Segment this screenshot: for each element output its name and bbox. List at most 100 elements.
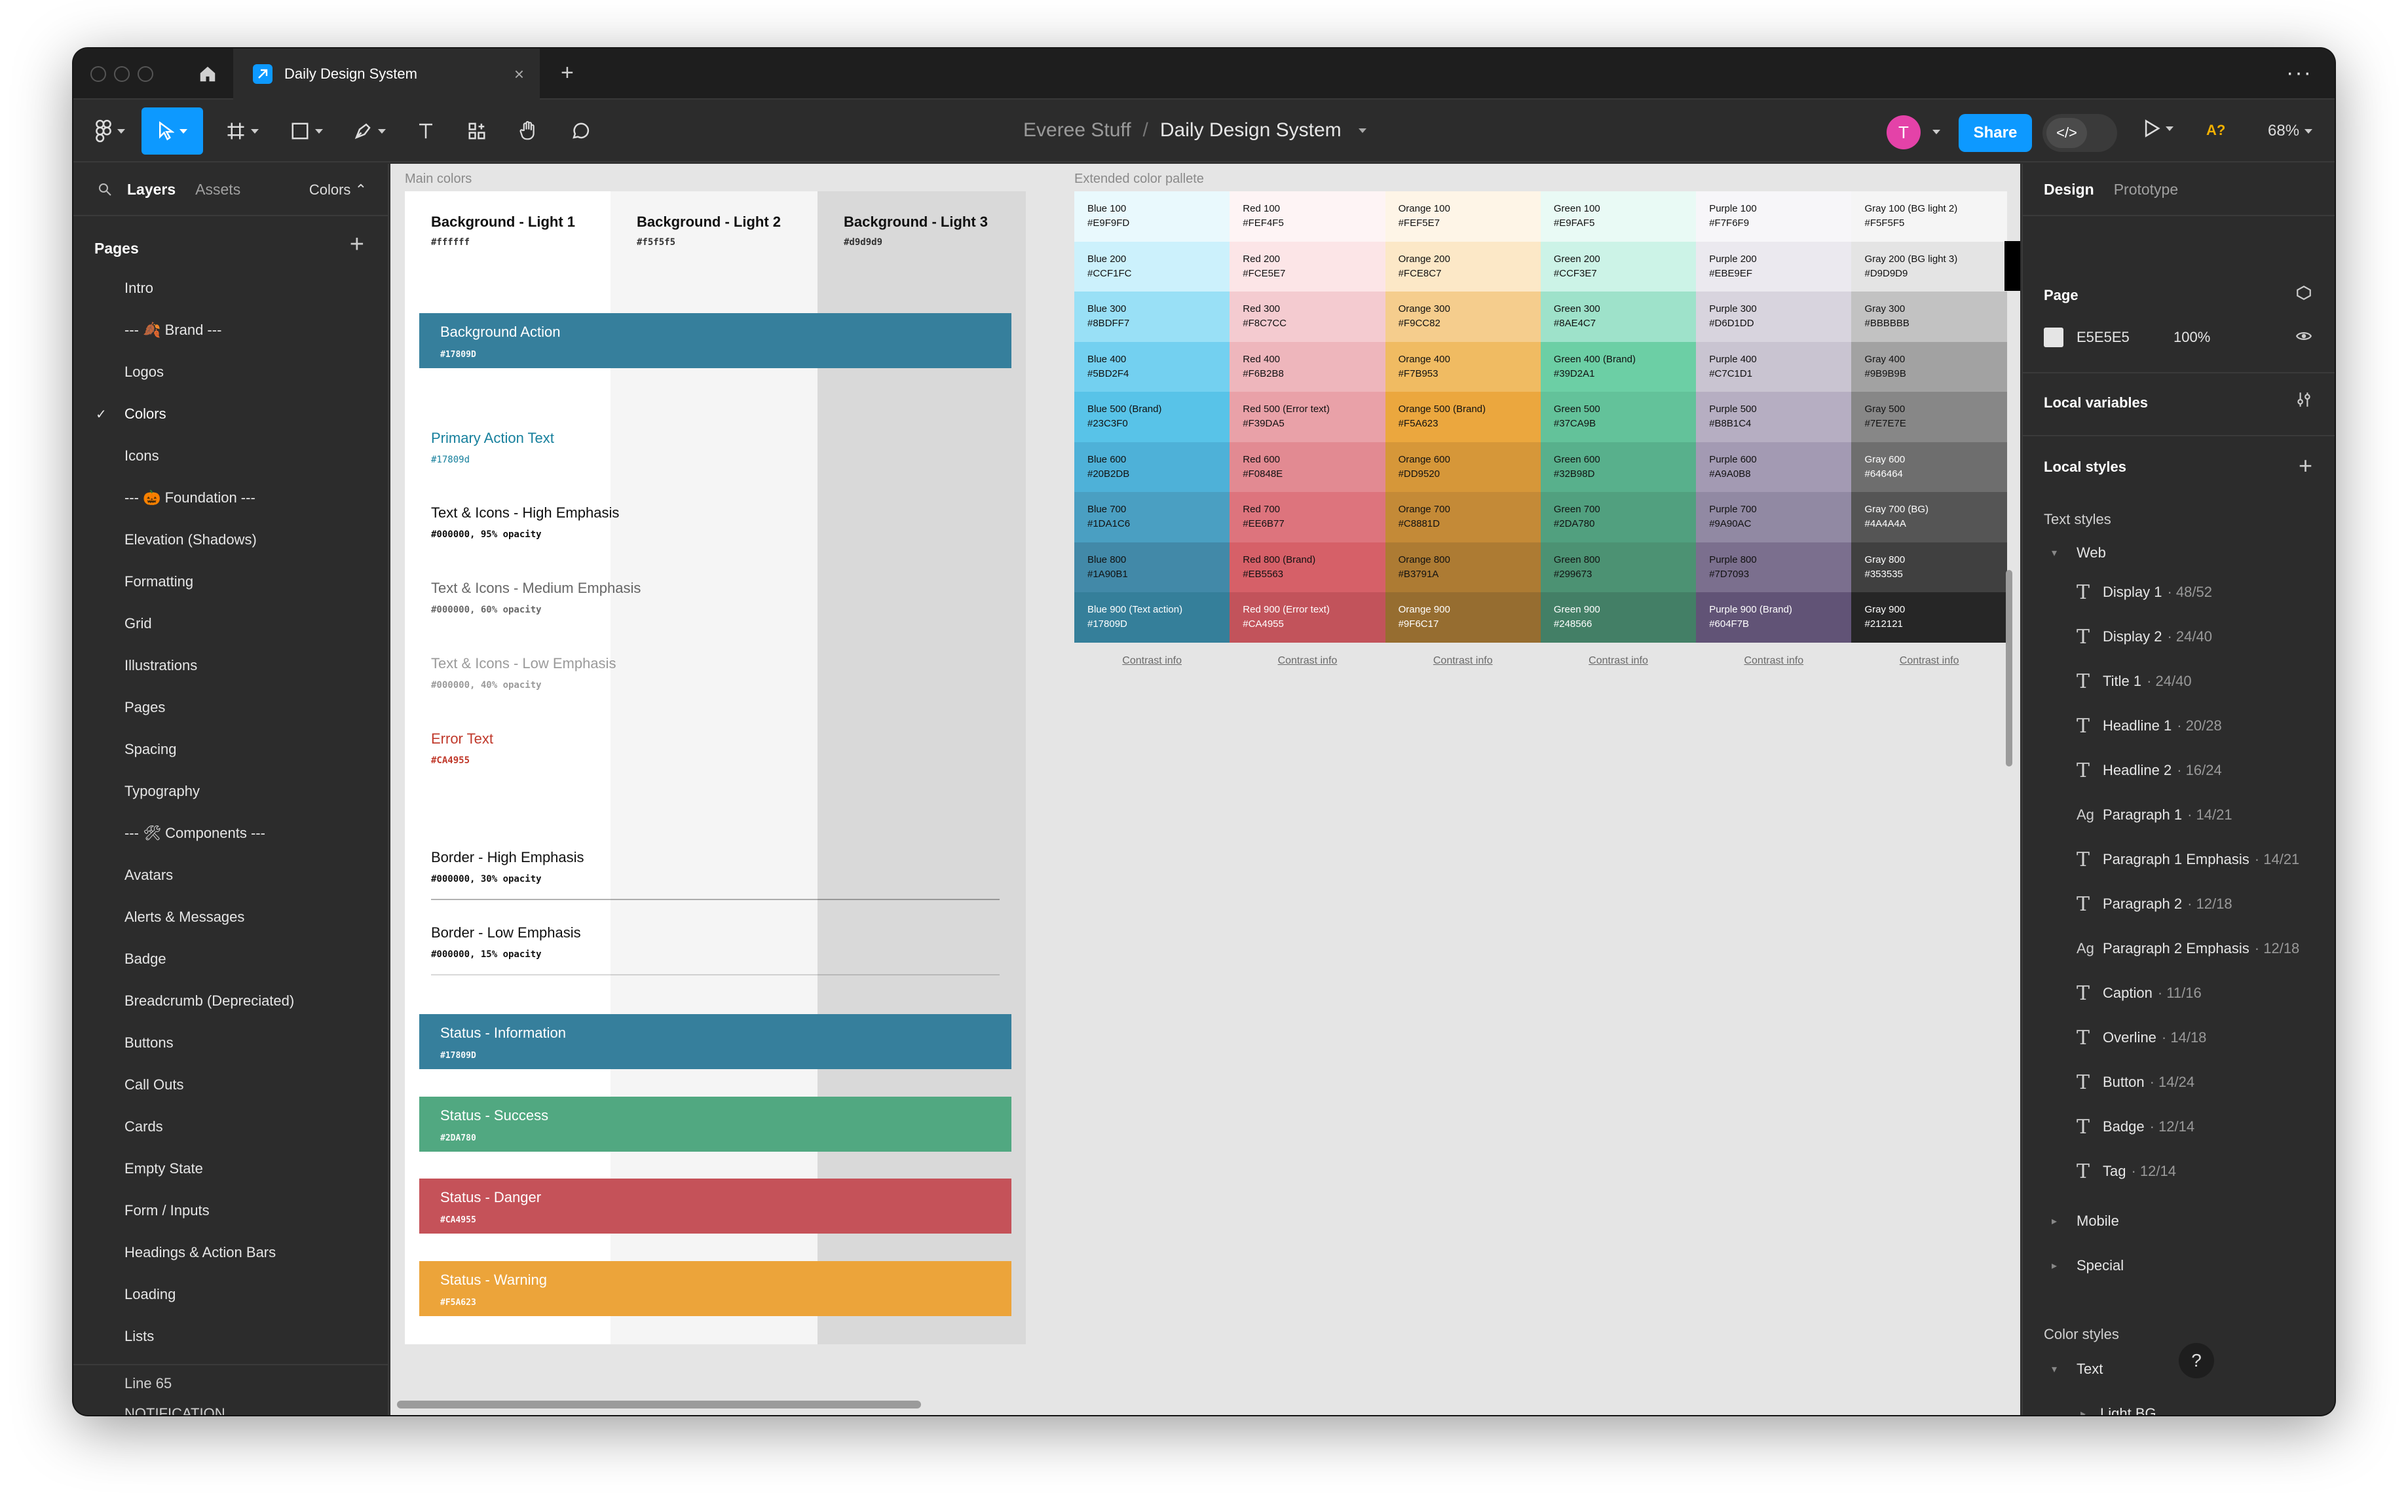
main-menu-button[interactable] — [86, 107, 134, 155]
page-item[interactable]: Intro — [73, 267, 388, 309]
tab-layers[interactable]: Layers — [127, 181, 176, 198]
text-style-row[interactable]: Ag Paragraph 1 · 14/21 — [2077, 793, 2232, 837]
page-color-hex[interactable]: E5E5E5 — [2077, 329, 2130, 346]
style-group-text[interactable]: ▾ Text — [2023, 1347, 2335, 1391]
style-group-mobile[interactable]: ▸ Mobile — [2023, 1199, 2335, 1243]
page-item[interactable]: Logos — [73, 351, 388, 393]
page-item[interactable]: Cards — [73, 1106, 388, 1148]
text-style-row[interactable]: T Paragraph 1 Emphasis · 14/21 — [2077, 837, 2299, 882]
contrast-info-link[interactable]: Contrast info — [1696, 655, 1851, 667]
page-item[interactable]: --- 🍂 Brand --- — [73, 309, 388, 351]
dev-mode-toggle[interactable]: </> — [2042, 114, 2117, 152]
page-item[interactable]: Breadcrumb (Depreciated) — [73, 980, 388, 1022]
page-item[interactable]: Buttons — [73, 1022, 388, 1064]
tab-assets[interactable]: Assets — [195, 181, 240, 198]
text-style-row[interactable]: T Caption · 11/16 — [2077, 971, 2202, 1015]
page-item[interactable]: Empty State — [73, 1148, 388, 1190]
vertical-scrollbar[interactable] — [2006, 570, 2012, 766]
hand-tool-button[interactable] — [508, 107, 548, 155]
comment-tool-button[interactable] — [561, 107, 600, 155]
accessibility-check-icon[interactable]: A? — [2206, 122, 2225, 139]
page-color-opacity[interactable]: 100% — [2173, 329, 2210, 346]
close-window-button[interactable] — [90, 66, 106, 82]
text-tool-button[interactable] — [406, 107, 445, 155]
local-variables-header[interactable]: Local variables — [2044, 394, 2148, 411]
horizontal-scrollbar[interactable] — [397, 1401, 921, 1408]
maximize-window-button[interactable] — [138, 66, 153, 82]
close-tab-icon[interactable]: × — [514, 64, 524, 85]
page-item[interactable]: Elevation (Shadows) — [73, 519, 388, 561]
canvas[interactable]: Main colors Extended color pallete Backg… — [390, 164, 2020, 1415]
text-style-row[interactable]: T Display 2 · 24/40 — [2077, 614, 2212, 659]
main-colors-frame-label[interactable]: Main colors — [405, 172, 472, 187]
page-item[interactable]: Form / Inputs — [73, 1190, 388, 1232]
main-colors-frame[interactable]: Background - Light 1 #ffffff Background … — [405, 191, 1026, 1344]
contrast-info-link[interactable]: Contrast info — [1385, 655, 1541, 667]
page-dropdown[interactable]: Colors ⌃ — [309, 181, 367, 198]
project-name[interactable]: Everee Stuff — [1023, 119, 1131, 142]
present-button[interactable] — [2143, 119, 2173, 138]
style-group-web[interactable]: ▾ Web — [2023, 531, 2335, 575]
page-item[interactable]: --- 🛠 Components --- — [73, 812, 388, 854]
avatar[interactable]: T — [1887, 115, 1921, 149]
page-item[interactable]: Headings & Action Bars — [73, 1232, 388, 1274]
text-style-row[interactable]: T Title 1 · 24/40 — [2077, 659, 2192, 704]
page-item[interactable]: Lists — [73, 1315, 388, 1357]
page-item[interactable]: Typography — [73, 770, 388, 812]
eye-icon[interactable] — [2295, 328, 2312, 349]
contrast-info-link[interactable]: Contrast info — [1230, 655, 1385, 667]
text-style-row[interactable]: T Headline 2 · 16/24 — [2077, 748, 2222, 793]
text-style-row[interactable]: T Overline · 14/18 — [2077, 1015, 2206, 1060]
page-item[interactable]: Icons — [73, 435, 388, 477]
minimize-window-button[interactable] — [114, 66, 130, 82]
page-item[interactable]: Formatting — [73, 561, 388, 603]
frame-tool-button[interactable] — [217, 107, 267, 155]
text-style-row[interactable]: T Headline 1 · 20/28 — [2077, 704, 2222, 748]
help-button[interactable]: ? — [2179, 1343, 2214, 1378]
text-style-row[interactable]: T Button · 14/24 — [2077, 1060, 2194, 1105]
new-tab-button[interactable]: + — [561, 60, 574, 86]
contrast-info-link[interactable]: Contrast info — [1851, 655, 2006, 667]
page-item[interactable]: --- 🎃 Foundation --- — [73, 477, 388, 519]
tab-design[interactable]: Design — [2044, 181, 2094, 198]
shape-tool-button[interactable] — [282, 107, 331, 155]
contrast-info-link[interactable]: Contrast info — [1074, 655, 1230, 667]
text-style-row[interactable]: T Tag · 12/14 — [2077, 1149, 2176, 1194]
page-item[interactable]: Alerts & Messages — [73, 896, 388, 938]
page-item[interactable]: Spacing — [73, 728, 388, 770]
move-tool-button[interactable] — [141, 107, 203, 155]
add-style-icon[interactable]: + — [2299, 452, 2312, 480]
export-icon[interactable] — [2295, 284, 2312, 306]
page-item[interactable]: Pages — [73, 687, 388, 728]
extended-palette-frame[interactable]: Blue 100 #E9F9FD Red 100 #FEF4F5 Orange 100 #… — [1074, 191, 2007, 666]
style-group-light-bg[interactable]: ▸ Light BG — [2023, 1391, 2335, 1415]
extended-palette-frame-label[interactable]: Extended color pallete — [1074, 172, 1204, 187]
pen-tool-button[interactable] — [345, 107, 394, 155]
contrast-info-link[interactable]: Contrast info — [1541, 655, 1696, 667]
chevron-down-icon[interactable] — [1932, 130, 1940, 134]
home-button[interactable] — [185, 58, 231, 90]
file-name[interactable]: Daily Design System — [1160, 119, 1342, 142]
pages-divider[interactable] — [73, 1364, 388, 1365]
layer-row[interactable]: NOTIFICATION — [73, 1401, 388, 1415]
page-item[interactable]: ✓ Colors — [73, 393, 388, 435]
variables-settings-icon[interactable] — [2295, 390, 2312, 413]
tab-prototype[interactable]: Prototype — [2114, 181, 2178, 198]
text-style-row[interactable]: Ag Paragraph 2 Emphasis · 12/18 — [2077, 926, 2299, 971]
page-item[interactable]: Call Outs — [73, 1064, 388, 1106]
text-style-row[interactable]: T Paragraph 2 · 12/18 — [2077, 882, 2232, 926]
text-style-row[interactable]: T Display 1 · 48/52 — [2077, 570, 2212, 614]
text-style-row[interactable]: T Badge · 12/14 — [2077, 1105, 2194, 1149]
add-page-button[interactable]: + — [350, 231, 364, 259]
page-item[interactable]: Badge — [73, 938, 388, 980]
search-icon[interactable] — [97, 181, 113, 197]
page-item[interactable]: Loading — [73, 1274, 388, 1315]
layer-row[interactable]: Line 65 — [73, 1370, 388, 1397]
page-color-swatch[interactable] — [2044, 328, 2063, 347]
resources-button[interactable] — [457, 107, 497, 155]
file-tab[interactable]: Daily Design System × — [233, 48, 540, 100]
zoom-dropdown[interactable]: 68% — [2268, 122, 2313, 140]
page-item[interactable]: Grid — [73, 603, 388, 645]
more-menu-icon[interactable]: ··· — [2286, 60, 2312, 86]
share-button[interactable]: Share — [1959, 114, 2032, 152]
